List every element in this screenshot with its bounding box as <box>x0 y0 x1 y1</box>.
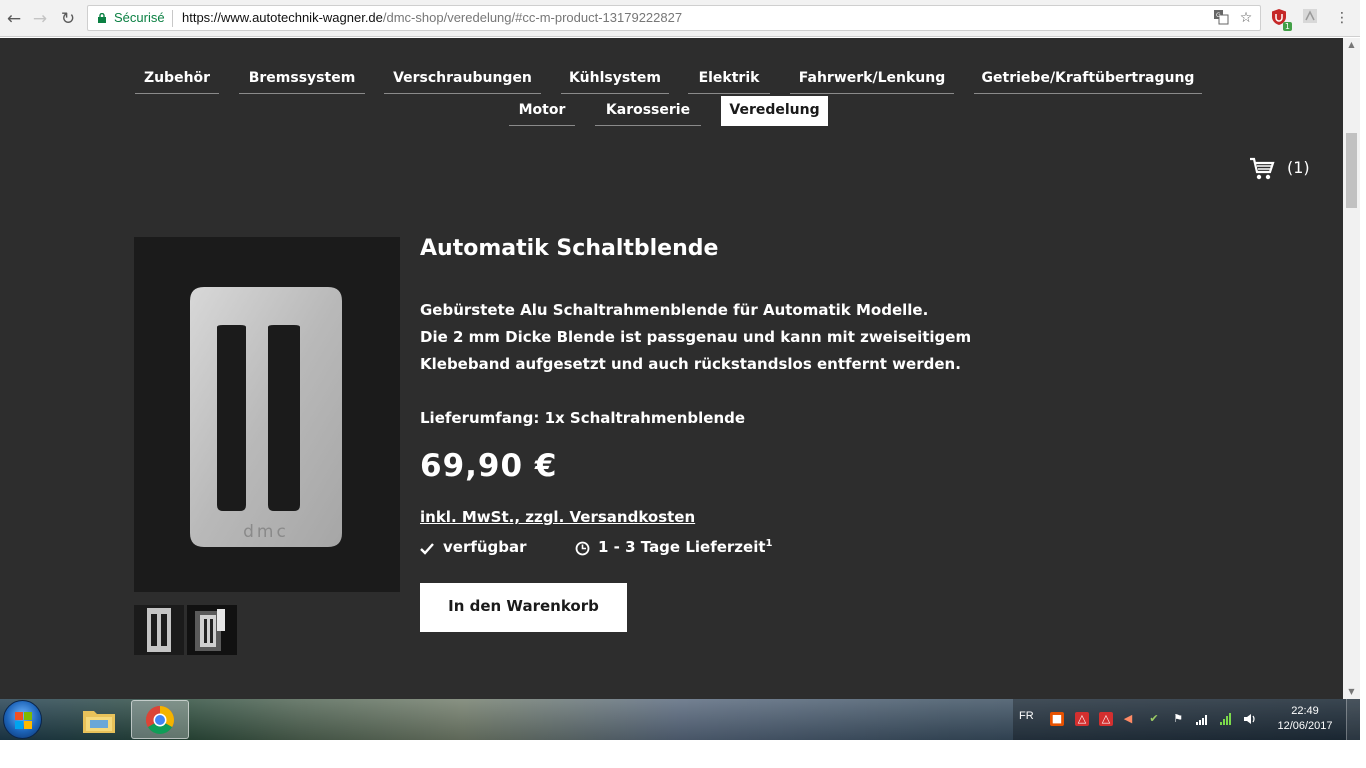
wifi-signal-icon[interactable] <box>1219 712 1233 726</box>
screen-bottom-edge <box>0 740 1366 768</box>
acrobat-tray-icon[interactable]: △ <box>1075 712 1089 726</box>
add-to-cart-button[interactable]: In den Warenkorb <box>420 583 627 632</box>
nav-item-elektrik[interactable]: Elektrik <box>688 64 770 94</box>
scroll-down-icon[interactable]: ▼ <box>1343 685 1360 699</box>
product-logo-text: dmc <box>243 522 289 542</box>
back-arrow-icon[interactable]: ← <box>3 8 25 30</box>
cart-count: (1) <box>1287 158 1310 177</box>
page-scrollbar[interactable]: ▲ ▼ <box>1343 38 1360 699</box>
extension-badge: 1 <box>1282 22 1292 31</box>
nav-item-fahrwerk-lenkung[interactable]: Fahrwerk/Lenkung <box>790 64 954 94</box>
clock-time: 22:49 <box>1291 705 1319 717</box>
delivery-time: 1 - 3 Tage Lieferzeit1 <box>598 538 772 556</box>
product-price: 69,90 € <box>420 448 558 484</box>
forward-arrow-icon[interactable]: → <box>29 8 51 30</box>
product-title: Automatik Schaltblende <box>420 236 719 261</box>
reload-icon[interactable]: ↻ <box>57 8 79 30</box>
taskbar-explorer-button[interactable] <box>70 700 128 739</box>
url-path: /dmc-shop/veredelung/#cc-m-product-13179… <box>382 10 683 25</box>
nav-item-motor[interactable]: Motor <box>509 96 575 126</box>
taskbar-chrome-button[interactable] <box>131 700 189 739</box>
shield-tray-icon[interactable]: ■ <box>1050 712 1064 726</box>
nav-item-verschraubungen[interactable]: Verschraubungen <box>384 64 541 94</box>
bookmark-star-icon[interactable]: ☆ <box>1237 9 1255 27</box>
nav-item-zubehoer[interactable]: Zubehör <box>135 64 219 94</box>
security-label: Sécurisé <box>114 10 165 25</box>
product-thumbnail-2[interactable] <box>187 605 237 655</box>
browser-toolbar: ← → ↻ Sécurisé https://www.autotechnik-w… <box>0 0 1366 37</box>
web-page: Zubehör Bremssystem Verschraubungen Kühl… <box>0 38 1343 699</box>
screen-edge <box>1360 0 1366 768</box>
show-desktop-button[interactable] <box>1346 699 1360 740</box>
speaker-muted-tray-icon[interactable]: ◀ <box>1121 712 1135 726</box>
network-signal-icon[interactable] <box>1195 712 1209 726</box>
address-bar[interactable]: Sécurisé https://www.autotechnik-wagner.… <box>87 5 1261 31</box>
pdf-extension-icon[interactable] <box>1300 8 1320 28</box>
url-text[interactable]: https://www.autotechnik-wagner.de/dmc-sh… <box>182 10 682 25</box>
folder-icon <box>82 706 116 738</box>
product-description-line-2: Die 2 mm Dicke Blende ist passgenau und … <box>420 328 972 346</box>
nav-item-veredelung[interactable]: Veredelung <box>721 96 828 126</box>
delivery-footnote-link[interactable]: 1 <box>766 538 773 549</box>
availability-status: verfügbar <box>443 538 527 556</box>
volume-icon[interactable] <box>1243 712 1257 726</box>
windows-taskbar: FR ■ △ △ ◀ ✔ ⚑ 22:49 12/06/2017 <box>0 699 1360 740</box>
scroll-up-icon[interactable]: ▲ <box>1343 38 1360 52</box>
svg-text:G: G <box>1216 12 1221 19</box>
menu-dots-icon[interactable]: ⋮ <box>1332 8 1352 28</box>
shopping-cart[interactable]: (1) <box>1249 156 1319 182</box>
product-image[interactable]: dmc <box>134 237 400 592</box>
product-scope: Lieferumfang: 1x Schaltrahmenblende <box>420 409 746 427</box>
scroll-thumb[interactable] <box>1346 133 1357 208</box>
clock-date: 12/06/2017 <box>1277 720 1333 732</box>
url-host: https://www.autotechnik-wagner.de <box>182 10 383 25</box>
ublock-shield-icon[interactable]: 1 <box>1269 8 1292 31</box>
product-thumbnail-1[interactable] <box>134 605 184 655</box>
safely-remove-tray-icon[interactable]: ✔ <box>1147 712 1161 726</box>
language-indicator[interactable]: FR <box>1019 710 1034 722</box>
nav-item-bremssystem[interactable]: Bremssystem <box>239 64 365 94</box>
translate-icon[interactable]: G <box>1212 9 1230 27</box>
tax-shipping-link[interactable]: inkl. MwSt., zzgl. Versandkosten <box>420 508 695 526</box>
clock-icon <box>575 541 590 560</box>
product-description-line-1: Gebürstete Alu Schaltrahmenblende für Au… <box>420 301 929 319</box>
start-button[interactable] <box>3 700 42 739</box>
chrome-icon <box>145 705 175 739</box>
checkmark-icon <box>420 541 434 559</box>
nav-item-karosserie[interactable]: Karosserie <box>595 96 701 126</box>
product-description-line-3: Klebeband aufgesetzt und auch rückstands… <box>420 355 961 373</box>
nav-item-getriebe[interactable]: Getriebe/Kraftübertragung <box>974 64 1202 94</box>
cart-icon <box>1249 156 1275 186</box>
nav-item-kuehlsystem[interactable]: Kühlsystem <box>561 64 669 94</box>
lock-icon <box>98 13 106 23</box>
action-center-flag-icon[interactable]: ⚑ <box>1171 712 1185 726</box>
antivirus-tray-icon[interactable]: △ <box>1099 712 1113 726</box>
delivery-time-text: 1 - 3 Tage Lieferzeit <box>598 538 766 556</box>
address-separator <box>172 10 173 27</box>
taskbar-clock[interactable]: 22:49 12/06/2017 <box>1270 704 1340 734</box>
